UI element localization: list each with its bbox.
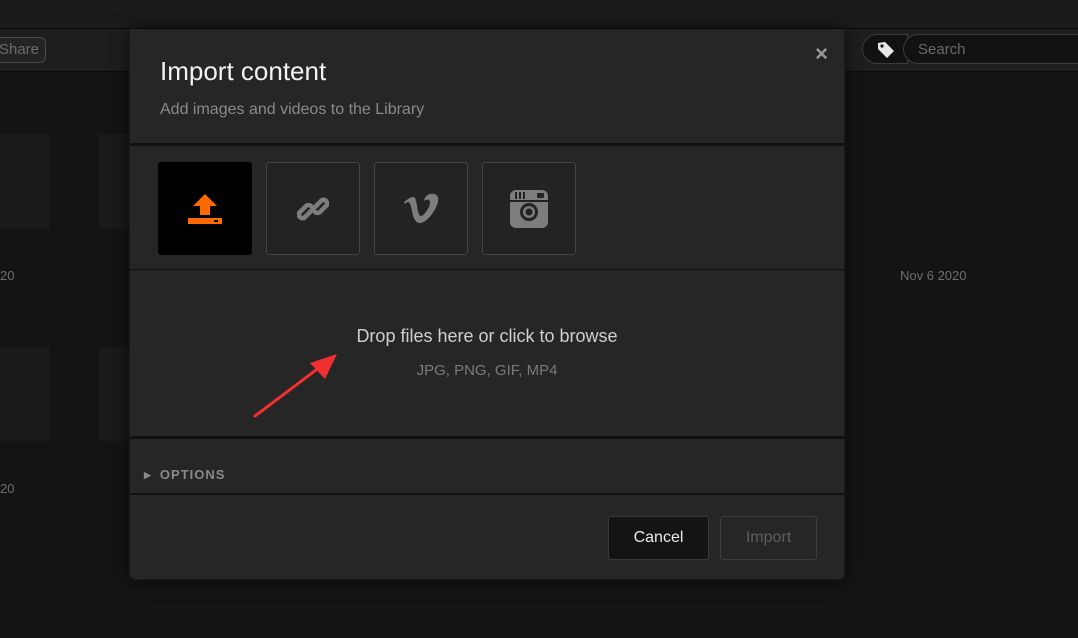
options-label: OPTIONS	[159, 467, 226, 482]
import-button[interactable]: Import	[720, 516, 817, 560]
options-toggle[interactable]: ▶ OPTIONS	[144, 467, 225, 482]
library-thumbnail[interactable]	[99, 347, 129, 441]
item-date: Nov 6 2020	[900, 268, 967, 283]
tag-filter-button[interactable]	[862, 34, 908, 64]
library-thumbnail[interactable]	[0, 134, 50, 229]
item-date: 20	[0, 268, 15, 283]
dropzone-instructions: Drop files here or click to browse	[356, 326, 618, 346]
dialog-title: Import content	[160, 56, 327, 86]
app-top-strip	[0, 0, 1078, 29]
annotation-arrow-icon	[253, 354, 337, 418]
divider	[130, 436, 844, 439]
link-source-tab[interactable]	[266, 162, 360, 255]
vimeo-icon	[404, 193, 439, 223]
dialog-subtitle: Add images and videos to the Library	[160, 101, 425, 118]
instagram-icon	[510, 189, 548, 228]
upload-icon	[188, 193, 222, 224]
triangle-right-icon: ▶	[144, 470, 152, 480]
file-dropzone[interactable]: Drop files here or click to browse JPG, …	[130, 271, 844, 437]
library-thumbnail[interactable]	[0, 347, 50, 441]
cancel-button[interactable]: Cancel	[608, 516, 709, 560]
library-thumbnail[interactable]	[99, 134, 129, 229]
divider	[130, 493, 844, 495]
supported-formats: JPG, PNG, GIF, MP4	[416, 362, 558, 379]
vimeo-source-tab[interactable]	[374, 162, 468, 255]
item-date: 20	[0, 481, 15, 496]
tag-icon	[878, 42, 894, 58]
share-button[interactable]: Share	[0, 37, 46, 63]
search-input[interactable]	[903, 34, 1078, 64]
instagram-source-tab[interactable]	[482, 162, 576, 255]
divider	[130, 143, 844, 146]
close-button[interactable]: ×	[815, 43, 828, 65]
import-content-dialog: × Import content Add images and videos t…	[129, 29, 845, 580]
link-icon	[297, 197, 329, 220]
divider	[130, 269, 844, 270]
upload-source-tab[interactable]	[158, 162, 252, 255]
